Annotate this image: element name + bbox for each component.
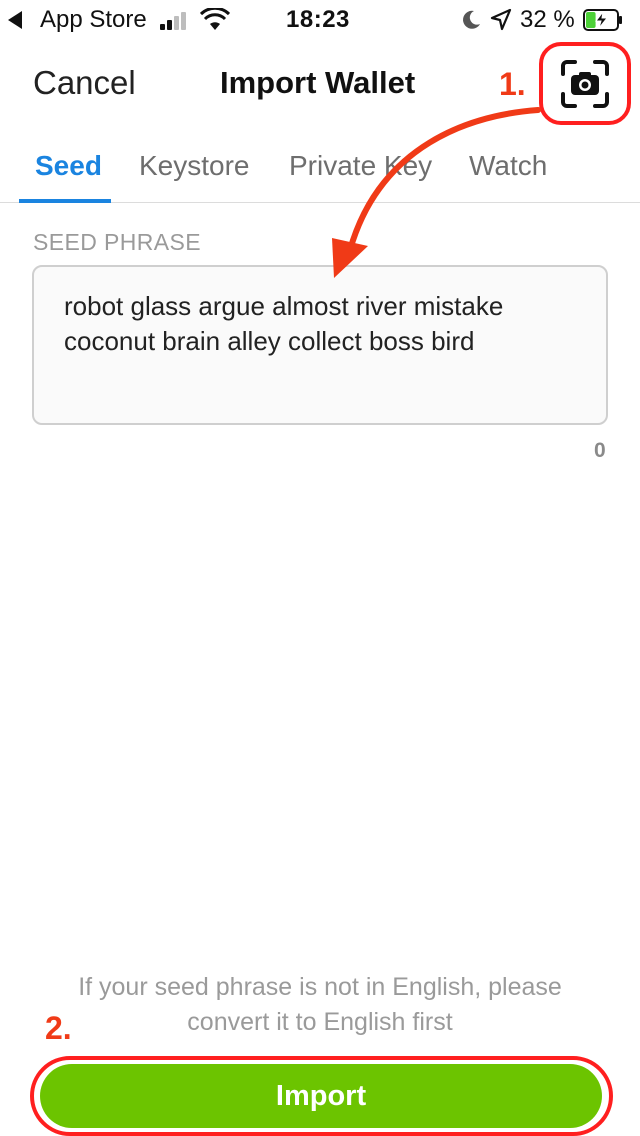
wifi-icon [200, 8, 230, 30]
word-count: 0 [594, 439, 606, 462]
step-2-annotation: 2. [45, 1010, 72, 1046]
page-title: Import Wallet [220, 65, 416, 100]
step-1-annotation: 1. [499, 66, 526, 102]
tab-keystore[interactable]: Keystore [139, 150, 250, 182]
cancel-button[interactable]: Cancel [33, 64, 136, 102]
clock: 18:23 [286, 6, 350, 33]
annotation-arrow [332, 107, 541, 278]
signal-icon [160, 10, 192, 30]
status-bar: App Store 18:23 32 % [0, 0, 640, 40]
seed-phrase-label: SEED PHRASE [33, 229, 202, 255]
location-icon [490, 8, 512, 31]
battery-charging-icon [583, 9, 622, 31]
active-tab-indicator [19, 199, 111, 203]
back-arrow-icon[interactable] [8, 11, 22, 29]
language-hint: If your seed phrase is not in English, p… [78, 973, 562, 1036]
carrier-label[interactable]: App Store [40, 6, 147, 34]
tab-seed[interactable]: Seed [35, 150, 102, 182]
camera-scan-icon [561, 60, 609, 108]
battery-percent: 32 % [520, 6, 575, 33]
import-button[interactable]: Import [40, 1064, 602, 1128]
moon-icon [463, 10, 480, 29]
